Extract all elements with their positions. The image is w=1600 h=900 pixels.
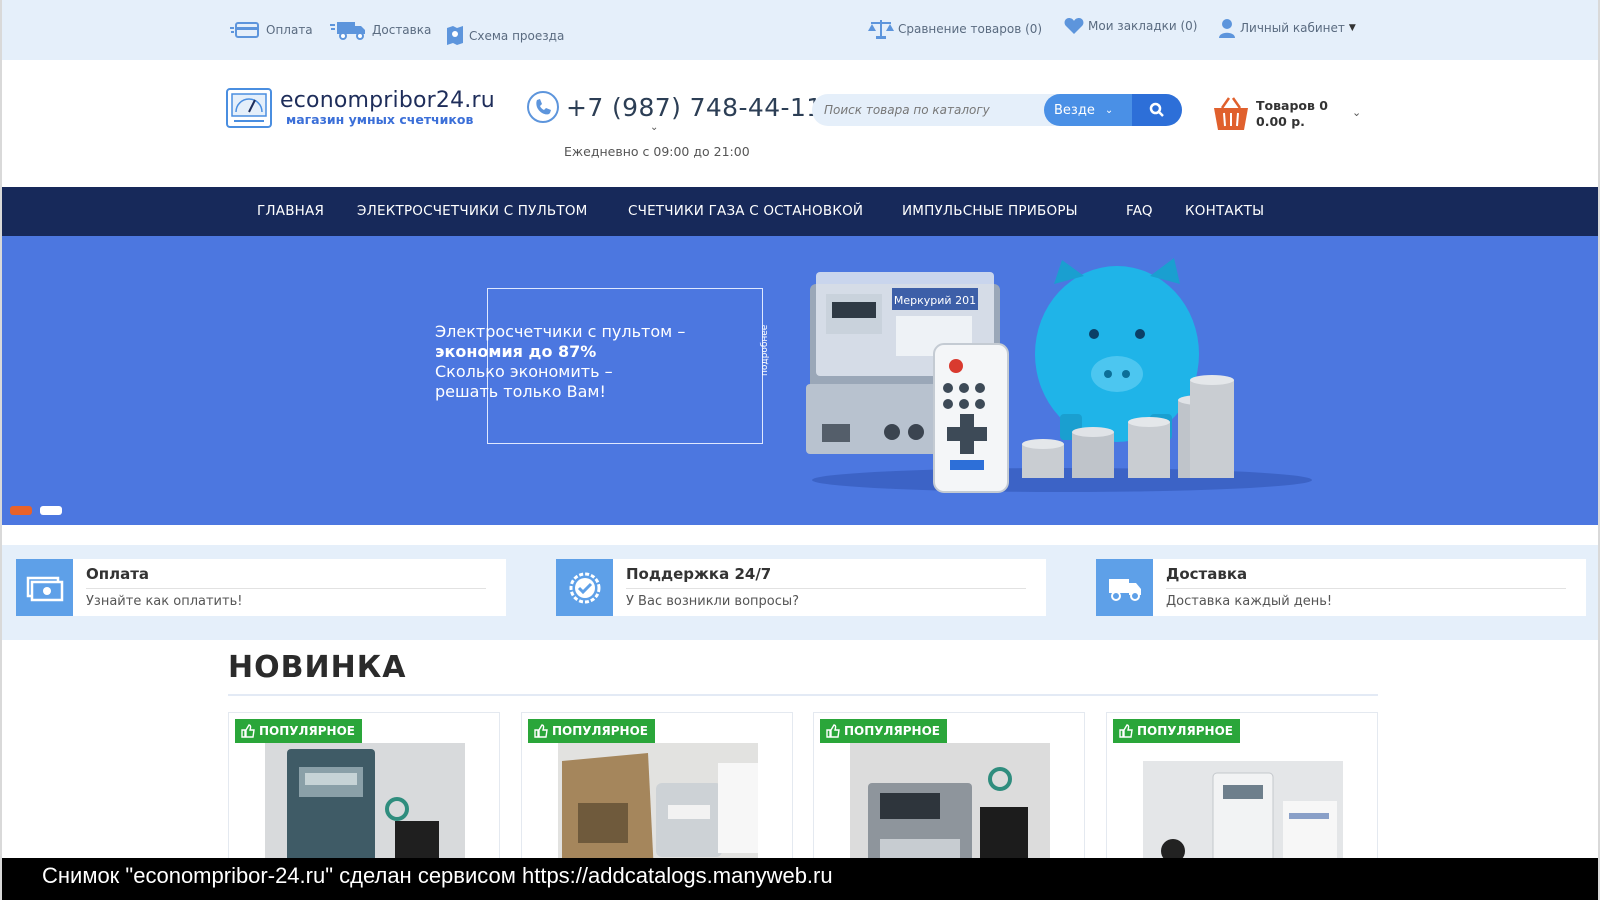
main-nav: ГЛАВНАЯ ЭЛЕКТРОСЧЕТЧИКИ С ПУЛЬТОМ СЧЕТЧИ… (2, 187, 1598, 236)
feature-divider (1166, 588, 1566, 589)
phone-icon (527, 91, 559, 123)
chevron-down-icon[interactable]: ⌄ (1352, 106, 1361, 119)
search-button[interactable] (1132, 94, 1182, 126)
search-bar: Везде ⌄ (812, 94, 1182, 126)
logo-tagline: магазин умных счетчиков (286, 112, 474, 127)
working-hours: Ежедневно с 09:00 до 21:00 (564, 144, 750, 159)
top-bar: Оплата Доставка Схема проезда Сравнение … (2, 0, 1598, 60)
thumbs-up-icon (241, 724, 255, 738)
product-image[interactable] (850, 743, 1050, 861)
nav-item-electric-meters[interactable]: ЭЛЕКТРОСЧЕТЧИКИ С ПУЛЬТОМ (357, 187, 588, 236)
slider-dot-active[interactable] (10, 506, 32, 515)
hero-banner[interactable]: Электросчетчики с пультом – экономия до … (2, 236, 1598, 525)
bookmarks-label: Мои закладки (0) (1088, 19, 1198, 33)
phone-block[interactable]: +7 (987) 748-44-11 (526, 90, 823, 124)
banner-text: Электросчетчики с пультом – экономия до … (435, 322, 685, 402)
compare-label: Сравнение товаров (0) (898, 22, 1043, 36)
search-scope-label: Везде (1054, 102, 1095, 118)
features-strip: Оплата Узнайте как оплатить! Поддержка 2… (2, 545, 1598, 640)
product-image[interactable] (558, 743, 758, 861)
map-pin-icon (447, 26, 463, 45)
basket-icon (1214, 97, 1248, 130)
banner-highlight: экономия до 87% (435, 342, 597, 361)
compare-link[interactable]: Сравнение товаров (0) (868, 0, 1042, 59)
truck-icon (330, 22, 365, 40)
popular-badge: ПОПУЛЯРНОЕ (235, 719, 362, 743)
money-icon (16, 559, 73, 616)
scales-icon (868, 20, 894, 39)
heart-icon (1064, 18, 1084, 34)
page: Оплата Доставка Схема проезда Сравнение … (0, 0, 1600, 900)
feature-delivery[interactable]: Доставка Доставка каждый день! (1096, 559, 1586, 616)
slider-dot[interactable] (40, 506, 62, 515)
feature-title: Доставка (1166, 565, 1248, 583)
meter-brand-label: Меркурий 201 (894, 294, 976, 307)
banner-line: Электросчетчики с пультом – (435, 322, 686, 341)
thumbs-up-icon (1119, 724, 1133, 738)
delivery-link-label: Доставка (372, 23, 432, 37)
feature-support[interactable]: Поддержка 24/7 У Вас возникли вопросы? (556, 559, 1046, 616)
piggy-bank-image (1035, 258, 1199, 442)
banner-line: решать только Вам! (435, 382, 606, 401)
product-image[interactable] (265, 743, 465, 861)
feature-divider (86, 588, 486, 589)
section-divider (228, 694, 1378, 696)
nav-item-contacts[interactable]: КОНТАКТЫ (1185, 187, 1264, 236)
payment-link[interactable]: Оплата (230, 0, 313, 60)
caret-down-icon: ▼ (1348, 23, 1356, 33)
remote-control-image (933, 343, 1009, 493)
product-card[interactable]: ПОПУЛЯРНОЕ (228, 712, 500, 862)
banner-line: Сколько экономить – (435, 362, 613, 381)
nav-item-gas-meters[interactable]: СЧЕТЧИКИ ГАЗА С ОСТАНОВКОЙ (628, 187, 863, 236)
chevron-down-icon: ⌄ (1104, 104, 1114, 116)
phone-number: +7 (987) 748-44-11 (566, 92, 823, 122)
product-card[interactable]: ПОПУЛЯРНОЕ (813, 712, 1085, 862)
popular-badge: ПОПУЛЯРНОЕ (820, 719, 947, 743)
account-label: Личный кабинет (1240, 21, 1345, 35)
thumbs-up-icon (534, 724, 548, 738)
feature-payment[interactable]: Оплата Узнайте как оплатить! (16, 559, 506, 616)
directions-link-label: Схема проезда (469, 29, 565, 43)
nav-item-faq[interactable]: FAQ (1126, 187, 1153, 236)
delivery-truck-icon (1096, 559, 1153, 616)
feature-title: Поддержка 24/7 (626, 565, 772, 583)
search-icon (1149, 102, 1164, 117)
logo-name: econompribor24.ru (280, 88, 495, 113)
bookmarks-link[interactable]: Мои закладки (0) (1064, 0, 1197, 56)
feature-divider (626, 588, 1026, 589)
feature-subtitle: Доставка каждый день! (1166, 594, 1333, 609)
directions-link[interactable]: Схема проезда (445, 6, 564, 66)
popular-badge: ПОПУЛЯРНОЕ (1113, 719, 1240, 743)
screenshot-caption: Снимок "econompribor-24.ru" сделан серви… (2, 858, 1598, 900)
product-card[interactable]: ПОПУЛЯРНОЕ (1106, 712, 1378, 862)
cart-total: 0.00 р. (1256, 114, 1305, 129)
banner-illustration: Меркурий 201 (806, 258, 1312, 493)
delivery-link[interactable]: Доставка (330, 0, 431, 60)
search-scope-select[interactable]: Везде ⌄ (1044, 94, 1134, 126)
search-input[interactable] (824, 94, 1044, 126)
payment-icon (230, 22, 259, 38)
banner-more-link[interactable]: подробнее (760, 325, 770, 376)
product-image[interactable] (1143, 761, 1343, 861)
header: econompribor24.ru магазин умных счетчико… (2, 60, 1598, 187)
chevron-down-icon[interactable]: ⌄ (650, 122, 658, 133)
thumbs-up-icon (826, 724, 840, 738)
account-link[interactable]: Личный кабинет ▼ (1218, 0, 1356, 58)
product-card[interactable]: ПОПУЛЯРНОЕ (521, 712, 793, 862)
logo[interactable]: econompribor24.ru магазин умных счетчико… (226, 88, 495, 128)
cart[interactable]: Товаров 0 0.00 р. (1212, 96, 1328, 132)
check-badge-icon (556, 559, 613, 616)
popular-badge: ПОПУЛЯРНОЕ (528, 719, 655, 743)
nav-item-pulse-devices[interactable]: ИМПУЛЬСНЫЕ ПРИБОРЫ (902, 187, 1078, 236)
payment-link-label: Оплата (266, 23, 313, 37)
nav-item-home[interactable]: ГЛАВНАЯ (257, 187, 324, 236)
cart-items: Товаров 0 (1256, 98, 1328, 113)
feature-title: Оплата (86, 565, 150, 583)
meter-logo-icon (226, 88, 272, 128)
feature-subtitle: Узнайте как оплатить! (86, 594, 243, 609)
section-title-new: НОВИНКА (228, 650, 407, 685)
user-icon (1219, 19, 1235, 38)
feature-subtitle: У Вас возникли вопросы? (626, 594, 800, 609)
